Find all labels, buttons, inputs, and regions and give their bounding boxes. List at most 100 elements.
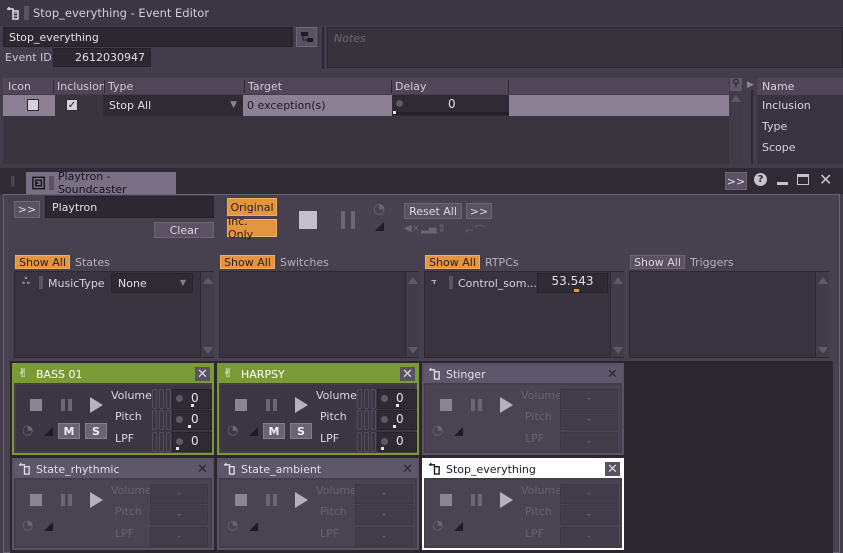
rtpc-slider-position[interactable] — [574, 289, 579, 292]
stop-icon[interactable] — [235, 494, 247, 506]
fade-icon[interactable] — [454, 427, 463, 436]
scroll-down-icon[interactable] — [613, 347, 623, 354]
action-row[interactable]: ✓ Stop All ▼ 0 exception(s) 0 — [3, 95, 729, 116]
scroll-up-icon[interactable] — [613, 277, 623, 284]
col-type[interactable]: Type — [104, 80, 133, 93]
close-icon[interactable]: ✕ — [819, 170, 832, 189]
type-dropdown[interactable]: Stop All ▼ — [103, 95, 243, 116]
switches-scrollbar[interactable] — [405, 272, 419, 357]
param-value-field[interactable]: 0 — [172, 410, 212, 430]
soundcaster-card[interactable]: Stinger ✕ ◔ Volume - Pitch - LPF - — [422, 363, 624, 455]
pause-icon[interactable] — [266, 399, 277, 411]
notes-textarea[interactable]: Notes — [327, 27, 843, 68]
volume-reset-icon[interactable]: ▂▄ — [421, 223, 436, 234]
states-scrollbar[interactable] — [200, 272, 214, 357]
pause-all-icon[interactable] — [341, 211, 355, 229]
session-name-input[interactable]: Playtron — [45, 196, 214, 218]
property-item[interactable]: Type — [757, 116, 843, 137]
col-icon[interactable]: Icon — [8, 80, 31, 93]
close-icon[interactable]: ✕ — [195, 462, 210, 477]
pitch-reset-icon[interactable]: ⇕ — [437, 222, 446, 235]
inc-only-toggle[interactable]: Inc. Only — [227, 215, 277, 241]
inclusion-checkbox[interactable]: ✓ — [66, 99, 78, 111]
help-icon[interactable]: ? — [754, 173, 767, 186]
stop-all-icon[interactable] — [299, 211, 317, 229]
stop-icon[interactable] — [235, 399, 247, 411]
param-value-field[interactable]: 0 — [172, 389, 212, 409]
pause-icon[interactable] — [61, 494, 72, 506]
close-icon[interactable]: ✕ — [195, 367, 210, 382]
card-header[interactable]: Stop_everything ✕ — [424, 460, 622, 478]
col-inclusion[interactable]: Inclusion — [53, 80, 106, 93]
col-target[interactable]: Target — [244, 80, 282, 93]
table-scrollbar[interactable]: ⚲ — [729, 78, 743, 164]
play-icon[interactable] — [295, 492, 308, 508]
close-icon[interactable]: ✕ — [605, 367, 620, 382]
scroll-up-icon[interactable] — [731, 95, 741, 102]
scroll-up-icon[interactable] — [818, 277, 828, 284]
delay-slider[interactable] — [392, 111, 509, 115]
timer-icon[interactable]: ◔ — [22, 423, 33, 438]
scroll-down-icon[interactable] — [818, 347, 828, 354]
rtpcs-show-all[interactable]: Show All — [425, 255, 480, 269]
scroll-up-icon[interactable] — [408, 277, 418, 284]
property-item[interactable]: Inclusion — [757, 95, 843, 116]
card-header[interactable]: State_rhythmic ✕ — [14, 460, 212, 478]
param-value-field[interactable]: 0 — [172, 432, 212, 452]
states-show-all[interactable]: Show All — [15, 255, 70, 269]
tab-soundcaster[interactable]: Playtron - Soundcaster — [26, 170, 176, 196]
original-toggle[interactable]: Original — [227, 198, 277, 216]
delay-field[interactable]: 0 — [392, 95, 509, 116]
reset-expand-button[interactable]: >> — [466, 203, 492, 219]
scroll-up-icon[interactable] — [203, 277, 213, 284]
card-header[interactable]: ✌ HARPSY ✕ — [219, 365, 417, 383]
param-value-field[interactable]: 0 — [377, 432, 417, 452]
lpf-reset-icon[interactable]: ⌐⌒ — [465, 222, 485, 238]
mute-button[interactable]: M — [263, 423, 285, 439]
target-value[interactable]: 0 exception(s) — [247, 99, 326, 112]
switches-show-all[interactable]: Show All — [220, 255, 275, 269]
pause-icon[interactable] — [266, 494, 277, 506]
triggers-show-all[interactable]: Show All — [630, 255, 685, 269]
splitter[interactable] — [751, 90, 753, 164]
timer-icon[interactable]: ◔ — [432, 518, 443, 533]
fade-icon[interactable] — [454, 522, 463, 531]
solo-button[interactable]: S — [290, 423, 312, 439]
col-delay[interactable]: Delay — [391, 80, 509, 93]
property-item[interactable]: Scope — [757, 137, 843, 158]
play-icon[interactable] — [90, 397, 103, 413]
solo-button[interactable]: S — [85, 423, 107, 439]
scroll-down-icon[interactable] — [203, 347, 213, 354]
close-icon[interactable]: ✕ — [605, 462, 620, 477]
timer-icon[interactable]: ◔ — [432, 423, 443, 438]
soundcaster-card[interactable]: ✌ HARPSY ✕ ◔ M S Volume 0 Pitch 0 LPF 0 — [217, 363, 419, 455]
scroll-down-icon[interactable] — [408, 347, 418, 354]
soundcaster-card[interactable]: State_ambient ✕ ◔ Volume - Pitch - LPF - — [217, 458, 419, 550]
param-value-field[interactable]: 0 — [377, 389, 417, 409]
search-icon[interactable]: ⚲ — [730, 78, 742, 91]
timer-icon[interactable]: ◔ — [227, 423, 238, 438]
stop-icon[interactable] — [440, 399, 452, 411]
play-icon[interactable] — [500, 397, 513, 413]
soundcaster-card[interactable]: ✌ BASS 01 ✕ ◔ M S Volume 0 Pitch 0 LPF 0 — [12, 363, 214, 455]
fade-icon[interactable] — [249, 522, 258, 531]
card-header[interactable]: Stinger ✕ — [424, 365, 622, 383]
expand-arrow-icon[interactable]: ▶ — [747, 80, 754, 90]
timer-icon[interactable]: ◔ — [227, 518, 238, 533]
window-expand-button[interactable]: >> — [725, 172, 747, 190]
hierarchy-button[interactable] — [296, 27, 317, 47]
mute-button[interactable]: M — [58, 423, 80, 439]
fade-icon[interactable] — [249, 427, 258, 436]
fade-icon[interactable] — [375, 222, 384, 231]
stop-icon[interactable] — [440, 494, 452, 506]
card-header[interactable]: ✌ BASS 01 ✕ — [14, 365, 212, 383]
timer-icon[interactable]: ◔ — [22, 518, 33, 533]
stop-icon[interactable] — [30, 494, 42, 506]
event-name-input[interactable]: Stop_everything — [3, 27, 293, 47]
play-icon[interactable] — [295, 397, 308, 413]
rtpc-value-slider[interactable]: 53.543 — [537, 273, 608, 293]
play-icon[interactable] — [500, 492, 513, 508]
expand-button[interactable]: >> — [14, 201, 40, 218]
fade-icon[interactable] — [44, 427, 53, 436]
reset-all-button[interactable]: Reset All — [404, 203, 462, 219]
